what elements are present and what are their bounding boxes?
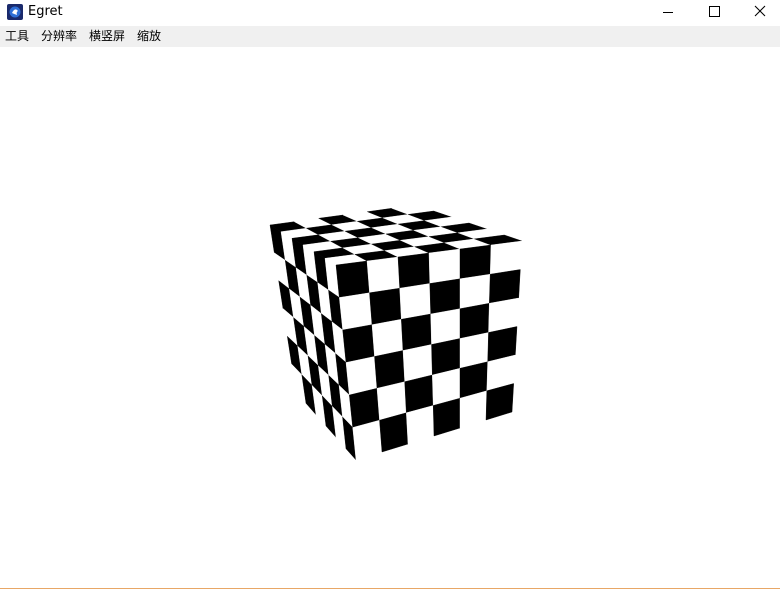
checker-square-light	[489, 240, 523, 275]
checker-square-light	[366, 256, 400, 294]
render-canvas[interactable]	[0, 47, 780, 588]
cube-face-right	[335, 240, 523, 461]
app-window: Egret 工具 分辨率 横竖屏 缩放	[0, 0, 780, 589]
checker-square-light	[428, 248, 461, 284]
checker-square-dark	[397, 252, 431, 289]
checker-square-light	[459, 273, 491, 309]
checker-square-light	[352, 419, 383, 461]
checker-square-light	[399, 283, 431, 320]
checker-square-dark	[369, 287, 402, 325]
close-icon	[754, 5, 766, 17]
checker-square-light	[430, 308, 461, 345]
menu-item-zoom[interactable]: 缩放	[137, 29, 161, 44]
checker-square-dark	[335, 260, 370, 298]
menu-item-resolution[interactable]: 分辨率	[41, 29, 77, 44]
checker-square-light	[371, 319, 404, 357]
checker-square-dark	[342, 324, 375, 363]
maximize-icon	[709, 6, 720, 17]
maximize-button[interactable]	[691, 0, 737, 26]
title-bar[interactable]: Egret	[0, 0, 780, 26]
close-button[interactable]	[737, 0, 780, 26]
menu-bar: 工具 分辨率 横竖屏 缩放	[0, 26, 780, 47]
minimize-icon	[663, 12, 673, 13]
menu-item-tools[interactable]: 工具	[5, 29, 29, 44]
egret-app-icon	[7, 4, 23, 20]
checker-square-dark	[459, 244, 492, 280]
minimize-button[interactable]	[645, 0, 691, 26]
checker-square-dark	[429, 278, 461, 315]
checkerboard-cube	[269, 204, 523, 461]
checker-square-dark	[401, 313, 432, 351]
checker-square-dark	[489, 269, 521, 304]
checker-square-light	[339, 292, 373, 331]
window-title: Egret	[28, 4, 63, 19]
menu-item-orientation[interactable]: 横竖屏	[89, 29, 125, 44]
